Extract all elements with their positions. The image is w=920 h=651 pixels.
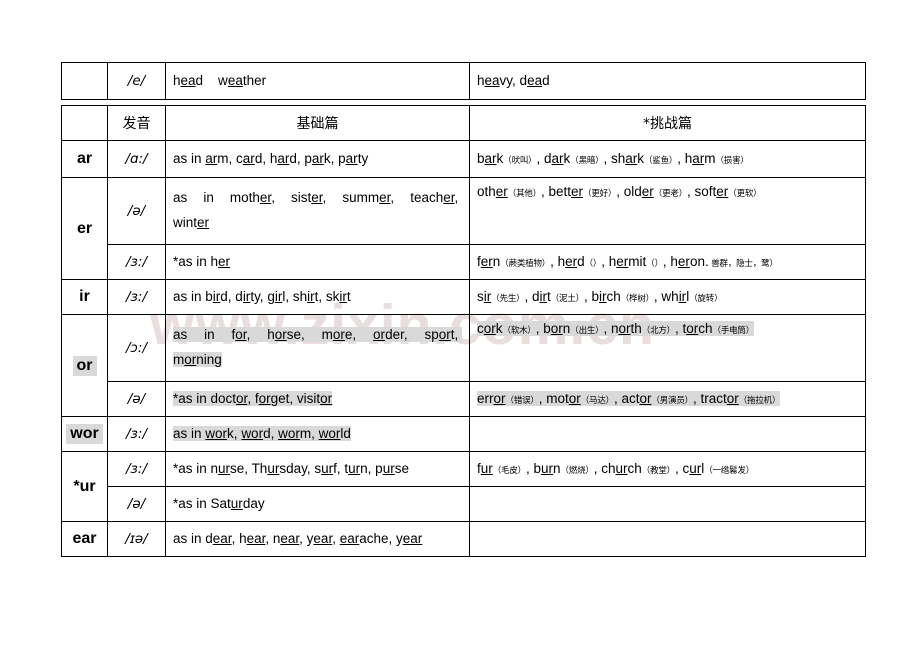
top-sound-cell: /e/ <box>107 62 166 100</box>
letter-cell-ear: ear <box>61 521 108 557</box>
letter-cell-ar: ar <box>61 140 108 178</box>
basic-cell-er-2: *as in her <box>165 244 470 280</box>
header-challenge: *挑战篇 <box>469 105 866 141</box>
letter-cell-ur: *ur <box>61 451 108 522</box>
top-basic-cell: head weather <box>165 62 470 100</box>
table-row: ar /ɑ:/ as in arm, card, hard, park, par… <box>61 140 866 178</box>
top-challenge-cell: heavy, dead <box>469 62 866 100</box>
table-row: wor /ɜ:/ as in work, word, worm, world <box>61 416 866 452</box>
table-row: /e/ head weather heavy, dead <box>61 62 866 100</box>
challenge-cell-ir-1: sir（先生）, dirt（泥土）, birch（桦树）, whirl（旋转） <box>469 279 866 315</box>
challenge-cell-ur-1: fur（毛皮）, burn（燃烧）, church（教堂）, curl（一绺鬈发… <box>469 451 866 487</box>
top-letter-label <box>81 83 89 85</box>
letter-cell-er: er <box>61 177 108 280</box>
sound-cell-wor-1: /ɜ:/ <box>107 416 166 452</box>
challenge-cell-wor-1 <box>469 416 866 452</box>
challenge-cell-ear-1 <box>469 521 866 557</box>
table-row: or /ɔ:/ as in for, horse, more, order, s… <box>61 314 866 417</box>
letter-cell-ir: ir <box>61 279 108 315</box>
sound-cell-ur-1: /ɜ:/ <box>107 451 166 487</box>
header-sound: 发音 <box>107 105 166 141</box>
basic-cell-ur-1: *as in nurse, Thursday, surf, turn, purs… <box>165 451 470 487</box>
letter-cell-wor: wor <box>61 416 108 452</box>
vowel-e-table: /e/ head weather heavy, dead <box>61 62 866 100</box>
basic-cell-er-1: as in mother, sister, summer, teacher, w… <box>165 177 470 245</box>
r-vowel-table: 发音 基础篇 *挑战篇 ar /ɑ:/ as in arm, card, har… <box>61 105 866 557</box>
challenge-cell-or-2: error（错误）, motor（马达）, actor（男演员）, tracto… <box>469 381 866 417</box>
challenge-cell-or-1: cork（软木）, born（出生）, north（北方）, torch（手电筒… <box>469 314 866 382</box>
table-row: /ɜ:/ *as in her fern（蕨类植物）, herd（）, herm… <box>62 244 866 280</box>
sound-cell-ir-1: /ɜ:/ <box>107 279 166 315</box>
sound-cell-ur-2: /ə/ <box>107 486 166 522</box>
sound-cell-er-2: /ɜ:/ <box>107 244 166 280</box>
sound-cell-or-2: /ə/ <box>107 381 166 417</box>
basic-cell-ear-1: as in dear, hear, near, year, earache, y… <box>165 521 470 557</box>
basic-cell-or-2: *as in doctor, forget, visitor <box>165 381 470 417</box>
challenge-cell-er-2: fern（蕨类植物）, herd（）, hermit（）, heron. 兽群，… <box>469 244 866 280</box>
basic-cell-ur-2: *as in Saturday <box>165 486 470 522</box>
sound-cell-er-1: /ə/ <box>107 177 166 245</box>
letter-cell-or: or <box>61 314 108 417</box>
table-row: *ur /ɜ:/ *as in nurse, Thursday, surf, t… <box>61 451 866 522</box>
table-row: ir /ɜ:/ as in bird, dirty, girl, shirt, … <box>61 279 866 315</box>
sound-cell-ear-1: /ɪə/ <box>107 521 166 557</box>
basic-cell-ir-1: as in bird, dirty, girl, shirt, skirt <box>165 279 470 315</box>
basic-cell-or-1: as in for, horse, more, order, sport, mo… <box>165 314 470 382</box>
top-letter-cell <box>61 62 108 100</box>
table-row: er /ə/ as in mother, sister, summer, tea… <box>61 177 866 280</box>
table-header-row: 发音 基础篇 *挑战篇 <box>61 105 866 141</box>
sound-cell-ar-1: /ɑ:/ <box>107 140 166 178</box>
challenge-cell-ar-1: bark（吠叫）, dark（黑暗）, shark（鲨鱼）, harm（损害） <box>469 140 866 178</box>
table-row: /ə/ *as in doctor, forget, visitor error… <box>62 381 866 417</box>
table-row: /ə/ *as in Saturday <box>62 486 866 522</box>
sound-cell-or-1: /ɔ:/ <box>107 314 166 382</box>
document-page: /e/ head weather heavy, dead 发音 基础篇 *挑战篇… <box>0 0 920 651</box>
table-row: ear /ɪə/ as in dear, hear, near, year, e… <box>61 521 866 557</box>
basic-cell-wor-1: as in work, word, worm, world <box>165 416 470 452</box>
challenge-cell-er-1: other（其他）, better（更好）, older（更老）, softer… <box>469 177 866 245</box>
basic-cell-ar-1: as in arm, card, hard, park, party <box>165 140 470 178</box>
challenge-cell-ur-2 <box>469 486 866 522</box>
header-basic: 基础篇 <box>165 105 470 141</box>
header-letter <box>61 105 108 141</box>
